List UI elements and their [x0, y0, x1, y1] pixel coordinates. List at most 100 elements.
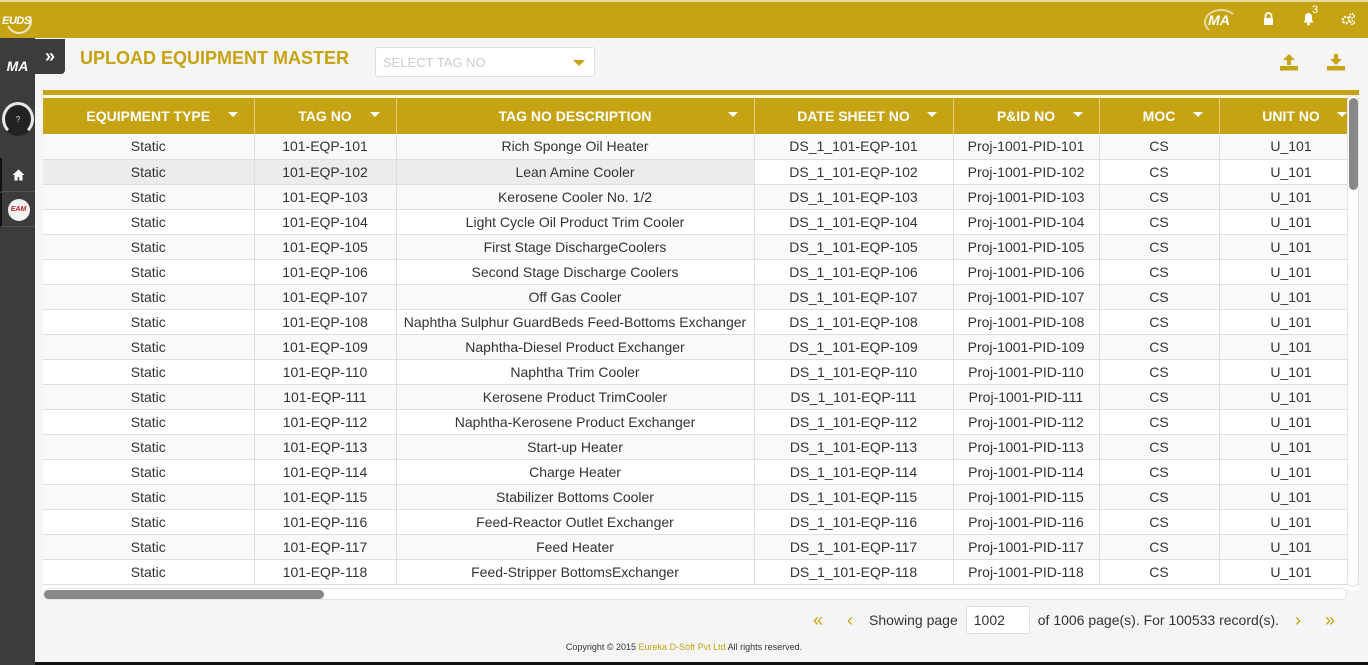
sort-caret-icon[interactable]: [1072, 112, 1083, 117]
table-cell: CS: [1099, 209, 1220, 235]
table-cell: DS_1_101-EQP-111: [754, 384, 954, 410]
table-row[interactable]: Static 101-EQP-107 Off Gas Cooler DS_1_101-…: [43, 284, 1359, 310]
table-cell: 101-EQP-115: [254, 484, 397, 510]
eam-logo-icon: EAM: [7, 198, 30, 221]
table-cell: Second Stage Discharge Coolers: [396, 259, 755, 285]
tag-no-select[interactable]: SELECT TAG NO: [375, 47, 595, 77]
prev-page-button[interactable]: ‹: [834, 610, 866, 631]
lock-button[interactable]: [1248, 12, 1288, 28]
table-cell: Proj-1001-PID-115: [953, 484, 1100, 510]
ma-logo[interactable]: MA: [1202, 7, 1238, 35]
table-cell: DS_1_101-EQP-103: [754, 184, 954, 210]
table-cell: U_101: [1219, 134, 1359, 160]
table-row[interactable]: Static 101-EQP-114 Charge Heater DS_1_101-E…: [43, 459, 1359, 485]
table-cell: 101-EQP-105: [254, 234, 397, 260]
sidebar-item-eam[interactable]: EAM: [0, 193, 35, 227]
table-row[interactable]: Static 101-EQP-101 Rich Sponge Oil Heater D…: [43, 134, 1359, 160]
table-row[interactable]: Static 101-EQP-102 Lean Amine Cooler DS_1_1…: [43, 159, 1359, 185]
table-cell: Off Gas Cooler: [396, 284, 755, 310]
table-cell: DS_1_101-EQP-117: [754, 534, 954, 560]
table-cell: Proj-1001-PID-112: [953, 409, 1100, 435]
table-cell: Static: [43, 184, 255, 210]
table-row[interactable]: Static 101-EQP-117 Feed Heater DS_1_101-EQP…: [43, 534, 1359, 560]
column-header[interactable]: TAG NO DESCRIPTION: [396, 98, 755, 134]
table-cell: CS: [1099, 509, 1220, 535]
horizontal-scroll-thumb[interactable]: [44, 590, 324, 599]
sort-caret-icon[interactable]: [369, 112, 380, 117]
table-cell: 101-EQP-101: [254, 134, 397, 160]
table-cell: Charge Heater: [396, 459, 755, 485]
table-cell: U_101: [1219, 434, 1359, 460]
table-cell: 101-EQP-104: [254, 209, 397, 235]
table-cell: U_101: [1219, 234, 1359, 260]
table-row[interactable]: Static 101-EQP-112 Naphtha-Kerosene Produc…: [43, 409, 1359, 435]
table-cell: Static: [43, 559, 255, 585]
sort-caret-icon[interactable]: [1192, 112, 1203, 117]
table-row[interactable]: Static 101-EQP-104 Light Cycle Oil Product…: [43, 209, 1359, 235]
table-cell: CS: [1099, 559, 1220, 585]
user-avatar[interactable]: ?: [2, 102, 34, 136]
sort-caret-icon[interactable]: [926, 112, 937, 117]
column-header[interactable]: MOC: [1099, 98, 1220, 134]
sort-caret-icon[interactable]: [227, 112, 238, 117]
expand-sidebar-button[interactable]: »: [35, 39, 65, 74]
table-row[interactable]: Static 101-EQP-105 First Stage DischargeCo…: [43, 234, 1359, 260]
table-cell: 101-EQP-103: [254, 184, 397, 210]
upload-button[interactable]: [1278, 52, 1300, 72]
table-cell: 101-EQP-111: [254, 384, 397, 410]
settings-button[interactable]: [1328, 12, 1368, 29]
column-header-label: DATE SHEET NO: [797, 108, 910, 124]
notifications-button[interactable]: 3: [1288, 4, 1328, 29]
column-header[interactable]: DATE SHEET NO: [754, 98, 954, 134]
table-row[interactable]: Static 101-EQP-103 Kerosene Cooler No. 1/2…: [43, 184, 1359, 210]
table-cell: CS: [1099, 234, 1220, 260]
sort-caret-icon[interactable]: [727, 112, 738, 117]
footer: Copyright © 2015 Eureka D-Soft Pvt Ltd A…: [0, 642, 1368, 652]
table-cell: Static: [43, 534, 255, 560]
table-row[interactable]: Static 101-EQP-110 Naphtha Trim Cooler DS_1…: [43, 359, 1359, 385]
table-cell: Feed-Stripper BottomsExchanger: [396, 559, 755, 585]
download-button[interactable]: [1325, 52, 1347, 72]
vertical-scroll-thumb[interactable]: [1349, 98, 1358, 190]
sort-caret-icon[interactable]: [1336, 112, 1347, 117]
table-cell: DS_1_101-EQP-106: [754, 259, 954, 285]
company-link[interactable]: Eureka D-Soft Pvt Ltd: [639, 642, 726, 652]
table-cell: Static: [43, 409, 255, 435]
table-cell: U_101: [1219, 209, 1359, 235]
table-cell: 101-EQP-117: [254, 534, 397, 560]
column-header[interactable]: EQUIPMENT TYPE: [43, 98, 255, 134]
table-row[interactable]: Static 101-EQP-115 Stabilizer Bottoms Cool…: [43, 484, 1359, 510]
vertical-scrollbar[interactable]: [1347, 95, 1359, 587]
table-row[interactable]: Static 101-EQP-111 Kerosene Product TrimCo…: [43, 384, 1359, 410]
sidebar-ma-logo[interactable]: MA: [0, 48, 35, 84]
horizontal-scrollbar[interactable]: [43, 588, 1347, 600]
column-header[interactable]: TAG NO: [254, 98, 397, 134]
ma-logo-text: MA: [1208, 12, 1230, 28]
table-cell: Static: [43, 259, 255, 285]
table-row[interactable]: Static 101-EQP-109 Naphtha-Diesel Product …: [43, 334, 1359, 360]
logo-swoosh-icon: [2, 4, 36, 38]
table-cell: U_101: [1219, 459, 1359, 485]
column-header[interactable]: P&ID NO: [953, 98, 1100, 134]
table-cell: 101-EQP-110: [254, 359, 397, 385]
table-cell: Proj-1001-PID-104: [953, 209, 1100, 235]
column-header[interactable]: UNIT NO: [1219, 98, 1359, 134]
table-row[interactable]: Static 101-EQP-113 Start-up Heater DS_1_101…: [43, 434, 1359, 460]
euds-logo[interactable]: EUDS: [2, 4, 36, 38]
table-cell: Static: [43, 284, 255, 310]
last-page-button[interactable]: »: [1314, 610, 1346, 631]
page-number-input[interactable]: [965, 606, 1030, 634]
first-page-button[interactable]: «: [802, 610, 834, 631]
table-cell: CS: [1099, 384, 1220, 410]
table-row[interactable]: Static 101-EQP-108 Naphtha Sulphur GuardBe…: [43, 309, 1359, 335]
equipment-table: EQUIPMENT TYPE TAG NO TAG NO DESCRIPTION DA…: [43, 98, 1359, 585]
table-row[interactable]: Static 101-EQP-116 Feed-Reactor Outlet Exc…: [43, 509, 1359, 535]
table-body: Static 101-EQP-101 Rich Sponge Oil Heater D…: [43, 134, 1359, 585]
table-row[interactable]: Static 101-EQP-118 Feed-Stripper BottomsEx…: [43, 559, 1359, 585]
top-right-toolbar: MA 3: [1202, 2, 1368, 38]
table-cell: CS: [1099, 484, 1220, 510]
table-row[interactable]: Static 101-EQP-106 Second Stage Discharge …: [43, 259, 1359, 285]
sidebar-item-home[interactable]: [0, 158, 35, 192]
column-header-label: EQUIPMENT TYPE: [86, 108, 211, 124]
next-page-button[interactable]: ›: [1282, 610, 1314, 631]
